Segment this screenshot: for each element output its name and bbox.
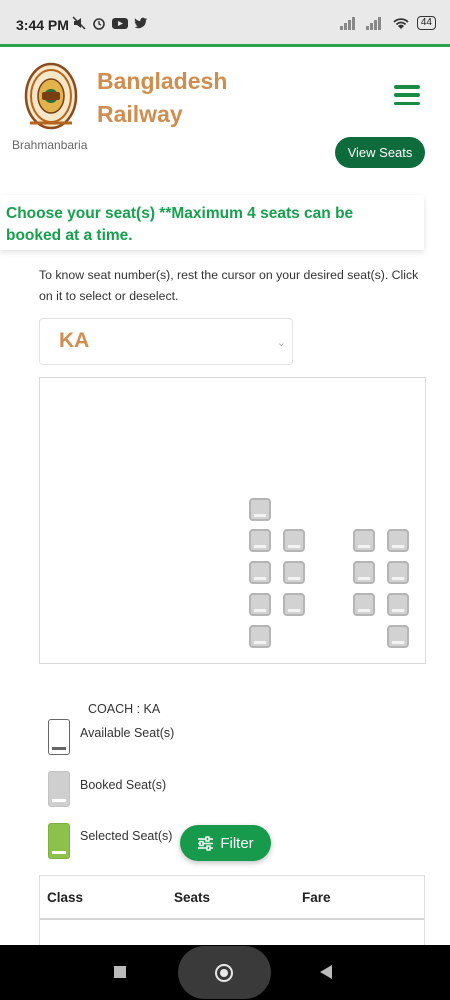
seat-booked xyxy=(249,625,271,648)
hamburger-icon-line xyxy=(394,93,420,97)
booked-seat-label: Booked Seat(s) xyxy=(80,778,167,792)
seat-booked xyxy=(283,561,305,584)
booked-seat-swatch xyxy=(48,771,70,807)
hamburger-menu-button[interactable] xyxy=(394,85,420,105)
twitter-icon xyxy=(134,17,147,29)
page: 3:44 PM 44 Bangladesh Railway Brahmanbar… xyxy=(0,0,450,1000)
status-bar: 3:44 PM 44 xyxy=(0,0,450,44)
signal-icon-2 xyxy=(365,17,381,30)
available-seat-label: Available Seat(s) xyxy=(80,726,175,740)
app-header: Bangladesh Railway xyxy=(0,47,450,150)
seat-booked xyxy=(387,593,409,616)
seat-booked xyxy=(353,561,375,584)
seat-booked xyxy=(353,529,375,552)
column-header-fare: Fare xyxy=(302,890,331,905)
column-header-seats: Seats xyxy=(174,890,211,905)
seat-booked xyxy=(283,529,305,552)
mute-icon xyxy=(72,16,86,30)
home-icon xyxy=(215,964,233,982)
seat-instructions: To know seat number(s), rest the cursor … xyxy=(39,268,419,303)
youtube-icon xyxy=(112,18,128,29)
view-seats-button[interactable]: View Seats xyxy=(335,137,425,168)
fare-table: Class Seats Fare xyxy=(39,875,425,950)
seat-booked xyxy=(387,625,409,648)
notification-icons xyxy=(72,16,148,30)
system-icons: 44 xyxy=(339,16,436,30)
seat-booked xyxy=(249,593,271,616)
hamburger-icon-line xyxy=(394,85,420,89)
home-button[interactable] xyxy=(178,946,271,999)
seat-notice-banner: Choose your seat(s) **Maximum 4 seats ca… xyxy=(0,195,424,250)
sliders-icon xyxy=(198,835,214,851)
seat-booked xyxy=(353,593,375,616)
seat-map xyxy=(39,377,426,664)
seat-booked xyxy=(283,593,305,616)
station-name-partial: Brahmanbaria xyxy=(12,138,88,152)
filter-button[interactable]: Filter xyxy=(180,825,271,861)
brand-line-1: Bangladesh xyxy=(97,68,228,94)
column-header-class: Class xyxy=(47,890,84,905)
signal-icon xyxy=(339,17,355,30)
brand-title: Bangladesh Railway xyxy=(97,65,227,131)
seat-booked xyxy=(249,529,271,552)
seat-notice-text: Choose your seat(s) **Maximum 4 seats ca… xyxy=(6,205,354,244)
back-icon[interactable] xyxy=(320,965,332,979)
hamburger-icon-line xyxy=(394,101,420,105)
recents-icon[interactable] xyxy=(114,966,126,978)
seat-booked xyxy=(249,561,271,584)
selected-seat-label: Selected Seat(s) xyxy=(80,829,173,843)
coach-label: COACH : KA xyxy=(88,702,161,716)
seat-booked xyxy=(387,529,409,552)
wifi-icon xyxy=(393,18,409,29)
available-seat-swatch xyxy=(48,719,70,755)
alarm-icon xyxy=(93,18,105,30)
battery-icon: 44 xyxy=(416,16,436,30)
chevron-down-icon: ⌄ xyxy=(276,337,286,349)
seat-booked xyxy=(249,498,271,521)
seat-booked xyxy=(387,561,409,584)
status-time: 3:44 PM xyxy=(16,17,69,33)
coach-select-value: KA xyxy=(59,329,90,352)
railway-logo-icon xyxy=(24,62,78,130)
fare-table-header: Class Seats Fare xyxy=(40,876,424,920)
system-nav-bar xyxy=(0,945,450,1000)
selected-seat-swatch xyxy=(48,823,70,859)
coach-select[interactable]: KA ⌄ xyxy=(39,318,293,365)
brand-line-2: Railway xyxy=(97,101,183,127)
filter-label: Filter xyxy=(220,834,254,852)
